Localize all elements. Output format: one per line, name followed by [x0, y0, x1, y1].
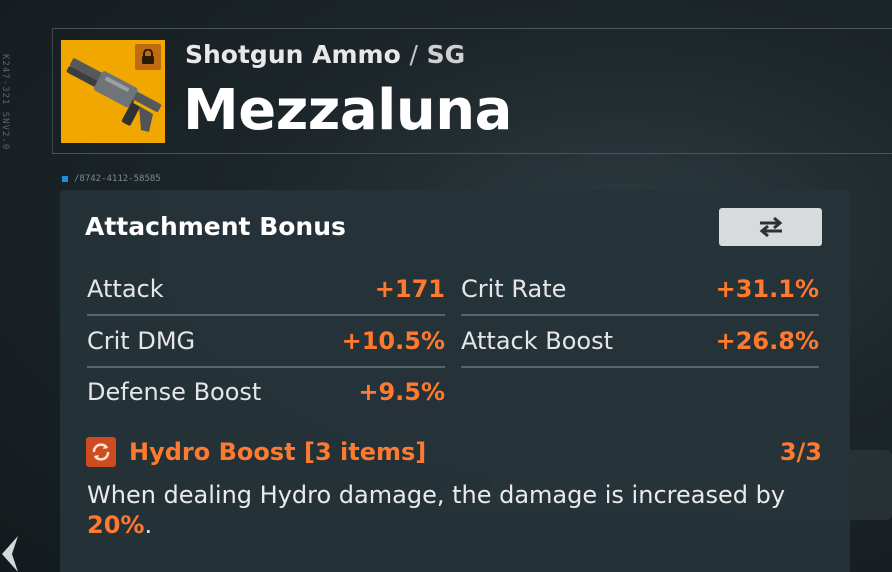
swap-arrows-icon	[759, 216, 782, 238]
serial-text: /8742-4112-58585	[74, 174, 161, 184]
panel-title: Attachment Bonus	[85, 212, 346, 241]
swap-button[interactable]	[719, 208, 822, 246]
back-arrow-icon[interactable]	[0, 534, 20, 572]
stat-label: Crit Rate	[461, 275, 567, 303]
stat-label: Attack	[87, 275, 164, 303]
description-text: When dealing Hydro damage, the damage is…	[87, 481, 786, 509]
stat-row-attack: Attack +171	[87, 264, 445, 316]
item-thumbnail[interactable]	[61, 40, 165, 143]
serial-marker	[62, 175, 68, 182]
description-suffix: .	[144, 511, 153, 539]
category-short-label: SG	[426, 40, 466, 69]
header-divider-top	[52, 28, 892, 29]
category-label: Shotgun Ammo	[185, 40, 401, 69]
attachment-bonus-panel: Attachment Bonus Attack +171 Crit Rate +…	[60, 190, 850, 572]
item-name: Mezzaluna	[183, 78, 512, 143]
description-highlight: 20%	[87, 511, 145, 539]
header-divider-bottom	[52, 153, 892, 154]
stat-value: +9.5%	[358, 378, 445, 406]
stat-value: +31.1%	[715, 275, 819, 303]
stat-label: Crit DMG	[87, 327, 196, 355]
serial-number: /8742-4112-58585	[62, 174, 161, 184]
stat-label: Attack Boost	[461, 327, 613, 355]
stat-row-defense-boost: Defense Boost +9.5%	[87, 367, 445, 417]
set-bonus-count: 3/3	[779, 438, 822, 466]
set-bonus-name: Hydro Boost [3 items]	[129, 438, 427, 466]
stat-label: Defense Boost	[87, 378, 262, 406]
stat-row-crit-dmg: Crit DMG +10.5%	[87, 316, 445, 368]
stat-value: +10.5%	[341, 327, 445, 355]
item-category: Shotgun Ammo / SG	[185, 40, 465, 69]
category-separator: /	[409, 40, 418, 69]
header-divider-left	[52, 28, 53, 154]
hydro-set-icon	[86, 437, 116, 467]
stat-row-attack-boost: Attack Boost +26.8%	[461, 316, 819, 368]
side-code-label: K247-321 SNV2.0	[0, 54, 10, 151]
set-bonus-row[interactable]: Hydro Boost [3 items] 3/3	[86, 435, 822, 469]
stat-value: +26.8%	[715, 327, 819, 355]
stat-value: +171	[374, 275, 445, 303]
lock-icon[interactable]	[135, 44, 161, 70]
stat-row-crit-rate: Crit Rate +31.1%	[461, 264, 819, 316]
set-bonus-description: When dealing Hydro damage, the damage is…	[87, 480, 827, 540]
